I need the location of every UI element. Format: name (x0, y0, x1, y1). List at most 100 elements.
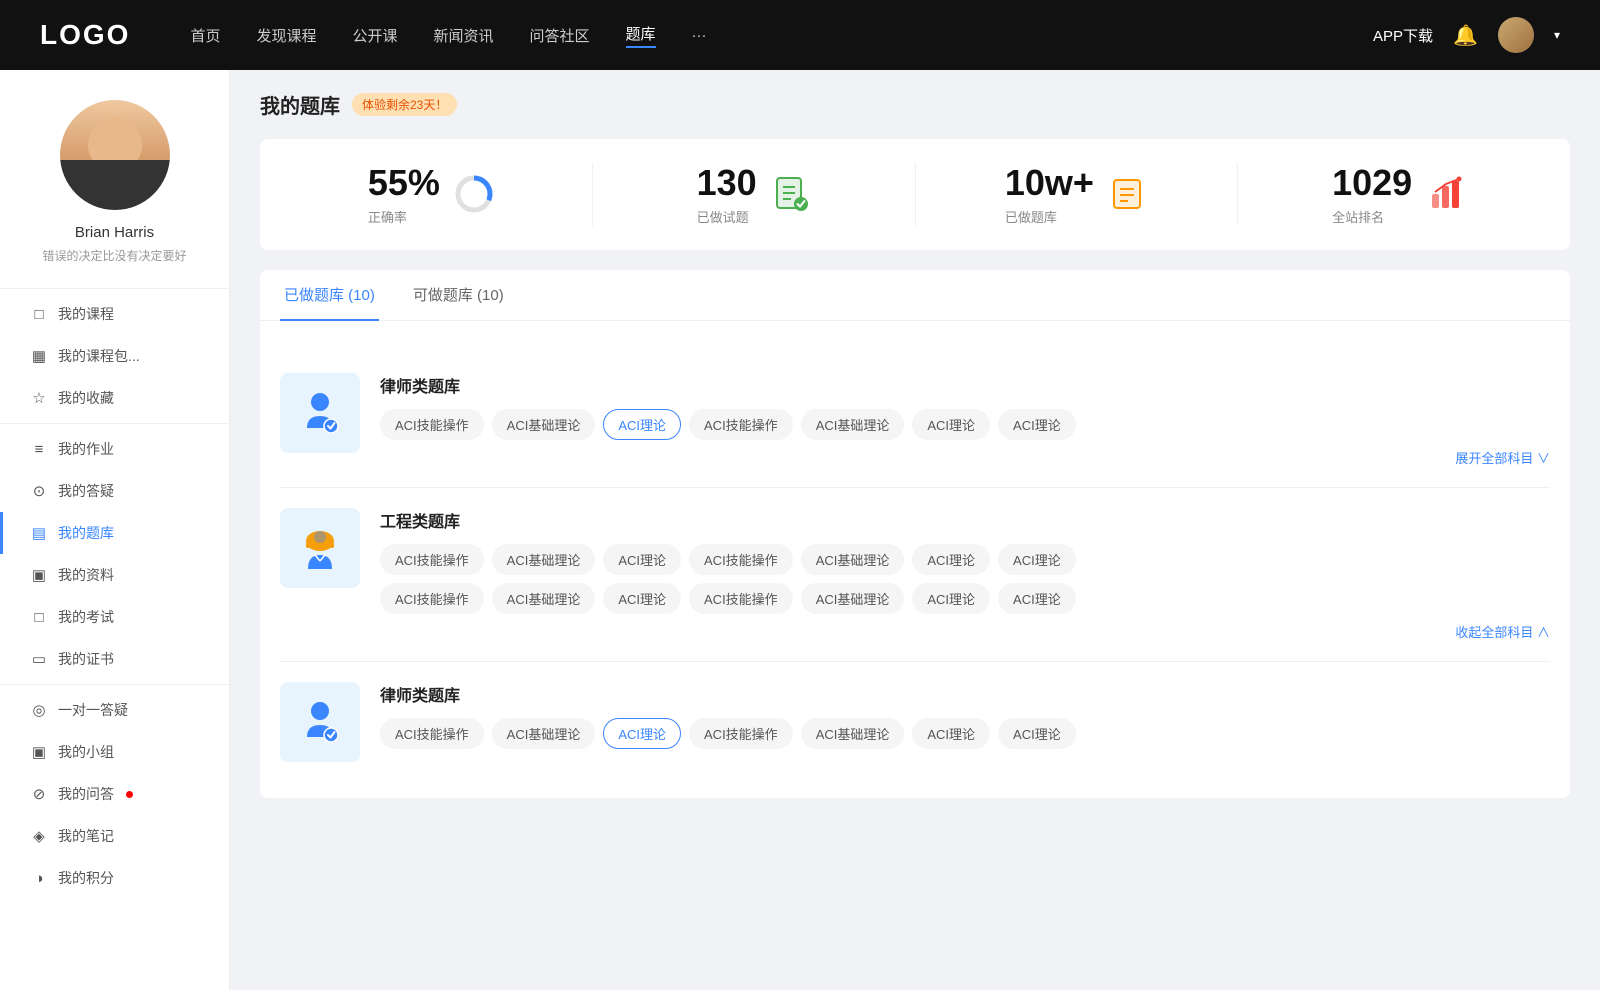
tag[interactable]: ACI基础理论 (492, 409, 596, 440)
main-content: 我的题库 体验剩余23天！ 55% 正确率 (230, 70, 1600, 990)
tag[interactable]: ACI理论 (603, 544, 681, 575)
tag[interactable]: ACI理论 (912, 583, 990, 614)
sidebar-item-question-bank[interactable]: ▤ 我的题库 (0, 512, 229, 554)
points-icon: ◑ (30, 869, 48, 887)
tag[interactable]: ACI理论 (912, 409, 990, 440)
tag[interactable]: ACI理论 (998, 409, 1076, 440)
course-package-icon: ▦ (30, 347, 48, 365)
page-wrapper: Brian Harris 错误的决定比没有决定要好 □ 我的课程 ▦ 我的课程包… (0, 0, 1600, 990)
stat-questions-label: 已做试题 (697, 207, 757, 226)
stat-banks-value: 10w+ (1005, 163, 1094, 203)
qbank-title-engineer: 工程类题库 (380, 508, 1550, 532)
tag[interactable]: ACI理论 (603, 583, 681, 614)
star-icon: ☆ (30, 389, 48, 407)
tag[interactable]: ACI技能操作 (380, 718, 484, 749)
user-motto: 错误的决定比没有决定要好 (42, 247, 186, 264)
nav-news[interactable]: 新闻资讯 (434, 25, 494, 46)
tag[interactable]: ACI技能操作 (689, 409, 793, 440)
sidebar-item-tutoring[interactable]: ◎ 一对一答疑 (0, 689, 229, 731)
nav-qa[interactable]: 问答社区 (530, 25, 590, 46)
sidebar-menu: □ 我的课程 ▦ 我的课程包... ☆ 我的收藏 ≡ 我的作业 ⊙ 我的答疑 ▤ (0, 284, 229, 899)
nav-question-bank[interactable]: 题库 (626, 23, 656, 48)
stat-accuracy: 55% 正确率 (270, 163, 593, 226)
sidebar-item-points[interactable]: ◑ 我的积分 (0, 857, 229, 899)
tag[interactable]: ACI理论 (912, 718, 990, 749)
notes-icon: ◈ (30, 827, 48, 845)
tag[interactable]: ACI基础理论 (801, 409, 905, 440)
qbank-card-engineer: 工程类题库 ACI技能操作 ACI基础理论 ACI理论 ACI技能操作 ACI基… (280, 488, 1550, 662)
qbank-card-lawyer-2: 律师类题库 ACI技能操作 ACI基础理论 ACI理论 ACI技能操作 ACI基… (280, 662, 1550, 782)
tag-active[interactable]: ACI理论 (603, 718, 681, 749)
qbank-list: 律师类题库 ACI技能操作 ACI基础理论 ACI理论 ACI技能操作 ACI基… (260, 337, 1570, 798)
tab-available-banks[interactable]: 可做题库 (10) (409, 270, 508, 321)
tutoring-icon: ◎ (30, 701, 48, 719)
sidebar-item-my-qa[interactable]: ⊘ 我的问答 (0, 773, 229, 815)
nav-more[interactable]: ··· (692, 27, 707, 44)
tag[interactable]: ACI技能操作 (380, 409, 484, 440)
nav-discover[interactable]: 发现课程 (256, 25, 316, 46)
tag[interactable]: ACI基础理论 (492, 544, 596, 575)
stat-accuracy-label: 正确率 (368, 207, 440, 226)
notification-bell-icon[interactable]: 🔔 (1453, 23, 1478, 48)
materials-icon: ▣ (30, 566, 48, 584)
tag-active[interactable]: ACI理论 (603, 409, 681, 440)
sidebar-item-materials[interactable]: ▣ 我的资料 (0, 554, 229, 596)
sidebar-item-favorites[interactable]: ☆ 我的收藏 (0, 377, 229, 419)
sidebar-item-exam[interactable]: □ 我的考试 (0, 596, 229, 638)
page-header: 我的题库 体验剩余23天！ (260, 90, 1570, 119)
tag[interactable]: ACI理论 (998, 583, 1076, 614)
tag[interactable]: ACI技能操作 (689, 544, 793, 575)
nav-links: 首页 发现课程 公开课 新闻资讯 问答社区 题库 ··· (190, 23, 1373, 48)
sidebar-item-my-course[interactable]: □ 我的课程 (0, 293, 229, 335)
tag[interactable]: ACI基础理论 (492, 718, 596, 749)
tag[interactable]: ACI技能操作 (380, 544, 484, 575)
user-avatar-nav[interactable] (1498, 17, 1534, 53)
app-download-button[interactable]: APP下载 (1373, 25, 1433, 46)
questions-done-icon (771, 174, 811, 214)
stat-banks-done: 10w+ 已做题库 (916, 163, 1239, 226)
tabs-row: 已做题库 (10) 可做题库 (10) (260, 270, 1570, 321)
sidebar-item-homework[interactable]: ≡ 我的作业 (0, 428, 229, 470)
tag[interactable]: ACI基础理论 (801, 718, 905, 749)
tags-row-engineer-2: ACI技能操作 ACI基础理论 ACI理论 ACI技能操作 ACI基础理论 AC… (380, 583, 1550, 614)
tag[interactable]: ACI技能操作 (689, 718, 793, 749)
nav-open-course[interactable]: 公开课 (352, 25, 397, 46)
user-menu-chevron-icon[interactable]: ▾ (1554, 28, 1560, 42)
qbank-content-engineer: 工程类题库 ACI技能操作 ACI基础理论 ACI理论 ACI技能操作 ACI基… (380, 508, 1550, 641)
certificate-icon: ▭ (30, 650, 48, 668)
sidebar-item-course-package[interactable]: ▦ 我的课程包... (0, 335, 229, 377)
tag[interactable]: ACI技能操作 (689, 583, 793, 614)
tag[interactable]: ACI理论 (912, 544, 990, 575)
navbar-right: APP下载 🔔 ▾ (1373, 17, 1560, 53)
tag[interactable]: ACI基础理论 (801, 544, 905, 575)
sidebar: Brian Harris 错误的决定比没有决定要好 □ 我的课程 ▦ 我的课程包… (0, 70, 230, 990)
nav-home[interactable]: 首页 (190, 25, 220, 46)
my-qa-icon: ⊘ (30, 785, 48, 803)
engineer-icon-wrap (280, 508, 360, 588)
stat-questions-done: 130 已做试题 (593, 163, 916, 226)
ranking-chart-icon (1426, 174, 1466, 214)
sidebar-item-qa[interactable]: ⊙ 我的答疑 (0, 470, 229, 512)
banks-done-icon (1108, 174, 1148, 214)
sidebar-item-notes[interactable]: ◈ 我的笔记 (0, 815, 229, 857)
expand-link-lawyer-1[interactable]: 展开全部科目 ∨ (380, 448, 1550, 467)
stat-accuracy-value: 55% (368, 163, 440, 203)
qbank-content-lawyer-2: 律师类题库 ACI技能操作 ACI基础理论 ACI理论 ACI技能操作 ACI基… (380, 682, 1550, 757)
tab-done-banks[interactable]: 已做题库 (10) (280, 270, 379, 321)
accuracy-chart-icon (454, 174, 494, 214)
stat-ranking: 1029 全站排名 (1238, 163, 1560, 226)
tag[interactable]: ACI理论 (998, 718, 1076, 749)
lawyer-icon-wrap (280, 373, 360, 453)
qbank-title-lawyer-1: 律师类题库 (380, 373, 1550, 397)
tag[interactable]: ACI基础理论 (492, 583, 596, 614)
qbank-card-lawyer-1: 律师类题库 ACI技能操作 ACI基础理论 ACI理论 ACI技能操作 ACI基… (280, 353, 1550, 488)
sidebar-item-group[interactable]: ▣ 我的小组 (0, 731, 229, 773)
sidebar-item-certificate[interactable]: ▭ 我的证书 (0, 638, 229, 680)
collapse-link-engineer[interactable]: 收起全部科目 ∧ (380, 622, 1550, 641)
qa-notification-dot (126, 791, 133, 798)
tag[interactable]: ACI基础理论 (801, 583, 905, 614)
tag[interactable]: ACI理论 (998, 544, 1076, 575)
tag[interactable]: ACI技能操作 (380, 583, 484, 614)
logo: LOGO (40, 19, 130, 51)
qa-icon: ⊙ (30, 482, 48, 500)
